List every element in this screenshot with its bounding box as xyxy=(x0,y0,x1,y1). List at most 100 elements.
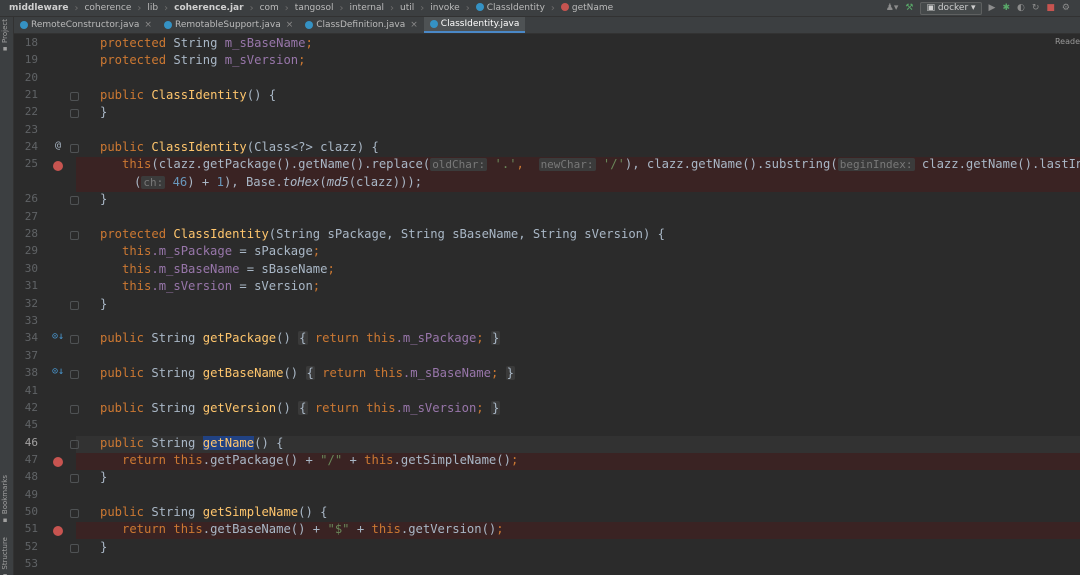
line-number[interactable]: 31 xyxy=(14,279,38,292)
fold-icon[interactable] xyxy=(70,509,79,518)
tab-class-identity[interactable]: ClassIdentity.java xyxy=(423,17,526,33)
bookmarks-tool-label: Bookmarks xyxy=(1,475,9,515)
code-line: 42 public String getVersion() { return t… xyxy=(14,401,1080,418)
fold-icon[interactable] xyxy=(70,474,79,483)
breakpoint-icon[interactable] xyxy=(51,522,65,539)
line-number[interactable]: 38 xyxy=(14,366,38,379)
line-number[interactable]: 49 xyxy=(14,488,38,501)
fold-icon[interactable] xyxy=(70,440,79,449)
line-number[interactable]: 25 xyxy=(14,157,38,170)
code-text: public String getPackage() { return this… xyxy=(100,331,501,345)
breadcrumb-item[interactable]: util xyxy=(398,3,416,13)
line-number[interactable]: 30 xyxy=(14,262,38,275)
breadcrumb-item[interactable]: middleware xyxy=(7,3,70,13)
fold-icon[interactable] xyxy=(70,405,79,414)
line-number[interactable]: 52 xyxy=(14,540,38,553)
line-number[interactable]: 24 xyxy=(14,140,38,153)
line-number[interactable]: 18 xyxy=(14,36,38,49)
line-number[interactable]: 51 xyxy=(14,522,38,535)
structure-tool-button[interactable]: ▪ Structure xyxy=(1,537,9,575)
line-number[interactable]: 21 xyxy=(14,88,38,101)
line-number[interactable]: 45 xyxy=(14,418,38,431)
annotation-at-icon[interactable]: @ xyxy=(51,140,65,151)
bookmarks-tool-button[interactable]: ▪ Bookmarks xyxy=(1,475,9,524)
line-number[interactable]: 19 xyxy=(14,53,38,66)
line-number[interactable]: 53 xyxy=(14,557,38,570)
code-token: ; xyxy=(327,262,335,276)
code-editor[interactable]: 18 protected String m_sBaseName; 19 prot… xyxy=(14,36,1080,575)
code-token: this xyxy=(122,244,152,258)
code-token: ; xyxy=(496,522,504,536)
build-hammer-icon[interactable]: ⚒ xyxy=(905,3,913,13)
line-number[interactable]: 20 xyxy=(14,71,38,84)
line-number[interactable]: 37 xyxy=(14,349,38,362)
code-token: (clazz.getPackage().getName().replace( xyxy=(151,157,431,171)
breadcrumb-item[interactable]: lib xyxy=(145,3,160,13)
tab-remote-constructor[interactable]: RemoteConstructor.java × xyxy=(14,17,158,33)
line-number[interactable]: 41 xyxy=(14,384,38,397)
line-number[interactable]: 32 xyxy=(14,297,38,310)
fold-icon[interactable] xyxy=(70,544,79,553)
breakpoint-icon[interactable] xyxy=(51,453,65,470)
fold-icon[interactable] xyxy=(70,144,79,153)
line-number[interactable]: 23 xyxy=(14,123,38,136)
selected-method-name[interactable]: getName xyxy=(202,436,255,450)
fold-icon[interactable] xyxy=(70,301,79,310)
code-text: protected String m_sVersion; xyxy=(100,53,305,67)
line-number[interactable]: 22 xyxy=(14,105,38,118)
line-number[interactable]: 34 xyxy=(14,331,38,344)
code-token: this xyxy=(366,331,396,345)
line-number[interactable]: 26 xyxy=(14,192,38,205)
code-token: String xyxy=(173,53,218,67)
find-usages-icon[interactable]: ⊙↓ xyxy=(51,366,65,377)
find-usages-icon[interactable]: ⊙↓ xyxy=(51,331,65,342)
line-number[interactable]: 27 xyxy=(14,210,38,223)
folded-brace[interactable]: } xyxy=(490,331,501,345)
line-number[interactable]: 29 xyxy=(14,244,38,257)
fold-icon[interactable] xyxy=(70,92,79,101)
folded-brace[interactable]: } xyxy=(490,401,501,415)
breadcrumb-item[interactable]: invoke xyxy=(428,3,461,13)
stop-icon[interactable]: ■ xyxy=(1046,3,1055,13)
line-number[interactable]: 48 xyxy=(14,470,38,483)
fold-icon[interactable] xyxy=(70,370,79,379)
breadcrumb-item-class[interactable]: ClassIdentity xyxy=(474,3,547,13)
class-icon xyxy=(305,21,314,29)
close-icon[interactable]: × xyxy=(286,20,294,30)
line-number[interactable]: 28 xyxy=(14,227,38,240)
fold-icon[interactable] xyxy=(70,109,79,118)
breadcrumb-item[interactable]: coherence xyxy=(82,3,133,13)
close-icon[interactable]: × xyxy=(410,20,418,30)
breadcrumb-item[interactable]: tangosol xyxy=(293,3,336,13)
tab-remotable-support[interactable]: RemotableSupport.java × xyxy=(158,17,299,33)
breakpoint-icon[interactable] xyxy=(51,157,65,174)
line-number[interactable]: 47 xyxy=(14,453,38,466)
fold-icon[interactable] xyxy=(70,196,79,205)
breadcrumb-item[interactable]: com xyxy=(258,3,281,13)
line-number[interactable]: 33 xyxy=(14,314,38,327)
code-line: 51 return this.getBaseName() + "$" + thi… xyxy=(14,522,1080,539)
tab-class-definition[interactable]: ClassDefinition.java × xyxy=(299,17,424,33)
user-icon[interactable]: ♟▾ xyxy=(886,3,899,13)
line-number[interactable]: 50 xyxy=(14,505,38,518)
folded-brace[interactable]: { xyxy=(305,366,315,380)
run-configuration-select[interactable]: ▣ docker ▾ xyxy=(920,1,982,15)
folded-brace[interactable]: { xyxy=(298,331,308,345)
folded-brace[interactable]: { xyxy=(298,401,308,415)
settings-icon[interactable]: ⚙ xyxy=(1062,3,1070,13)
fold-icon[interactable] xyxy=(70,335,79,344)
code-token: getSimpleName xyxy=(202,505,299,519)
breadcrumb-item[interactable]: internal xyxy=(347,3,386,13)
refresh-icon[interactable]: ↻ xyxy=(1032,3,1040,13)
folded-brace[interactable]: } xyxy=(505,366,516,380)
coverage-icon[interactable]: ◐ xyxy=(1017,3,1025,13)
line-number[interactable]: 46 xyxy=(14,436,38,449)
project-tool-button[interactable]: ▪ Project xyxy=(1,19,9,53)
close-icon[interactable]: × xyxy=(144,20,152,30)
debug-icon[interactable]: ✱ xyxy=(1002,3,1010,13)
breadcrumb-item[interactable]: coherence.jar xyxy=(172,3,245,13)
run-icon[interactable]: ▶ xyxy=(989,3,996,13)
breadcrumb-item-method[interactable]: getName xyxy=(559,3,615,13)
fold-icon[interactable] xyxy=(70,231,79,240)
line-number[interactable]: 42 xyxy=(14,401,38,414)
